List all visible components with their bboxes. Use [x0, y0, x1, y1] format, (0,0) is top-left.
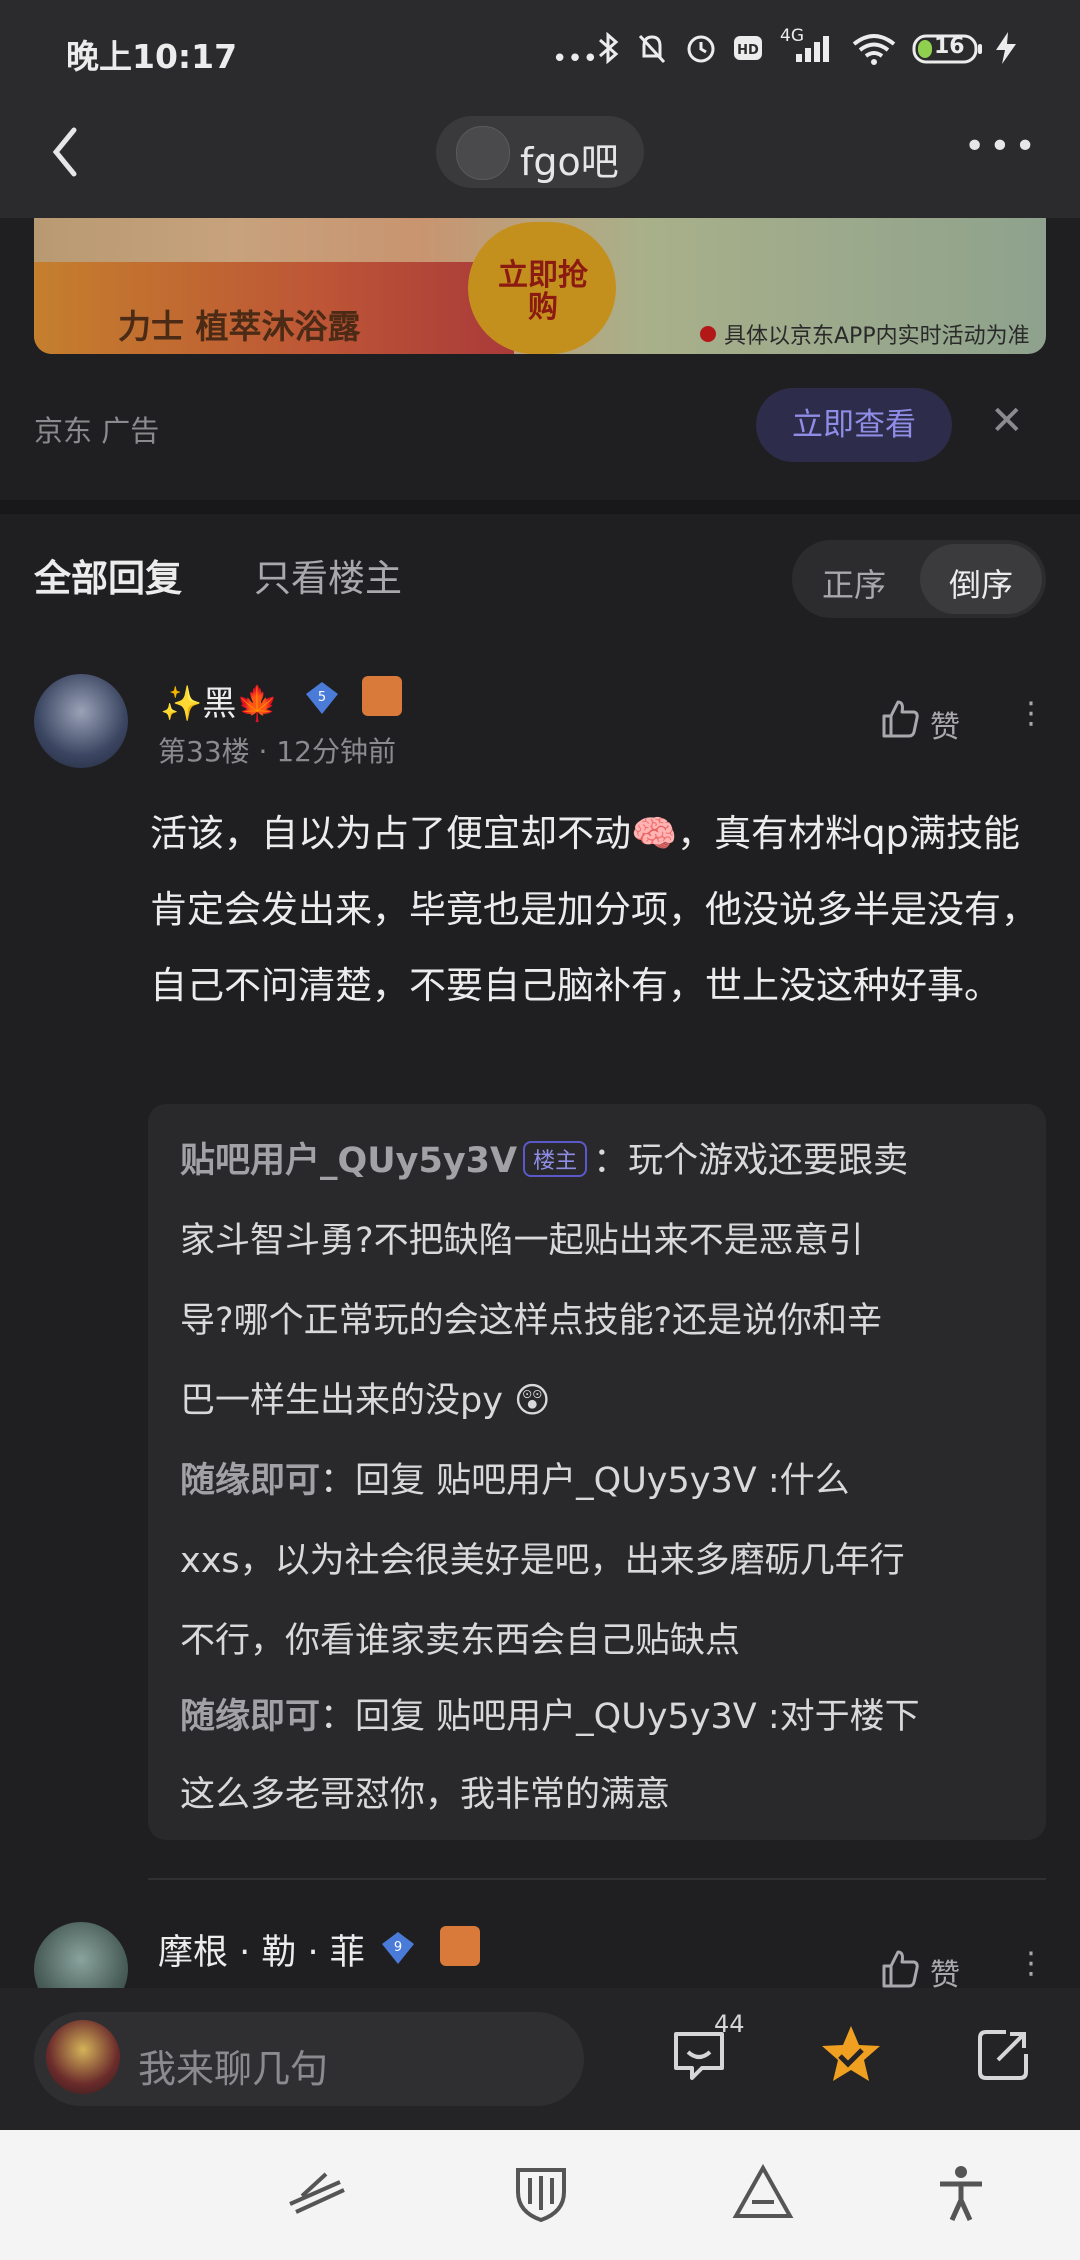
level-badge-icon: 9	[382, 1932, 414, 1964]
sort-asc-option[interactable]: 正序	[822, 560, 886, 606]
like-label[interactable]: 赞	[930, 702, 960, 746]
level-badge-icon: 5	[306, 682, 338, 714]
level-number: 9	[394, 1940, 402, 1955]
hd-icon: HD	[734, 36, 762, 60]
member-badge-icon	[362, 676, 402, 716]
sub-reply-line: 贴吧用户_QUy5y3V 楼主 ：玩个游戏还要跟卖	[180, 1132, 908, 1183]
ad-disclaimer: 具体以京东APP内实时活动为准	[724, 324, 1030, 349]
more-options-icon[interactable]: •••	[964, 126, 1040, 167]
nav-shield-icon[interactable]	[508, 2160, 574, 2226]
share-icon[interactable]	[972, 2024, 1034, 2086]
avatar[interactable]	[34, 674, 128, 768]
ad-close-icon[interactable]: ✕	[990, 398, 1024, 444]
ad-buy-label: 立即抢购	[498, 258, 588, 325]
sub-reply-text: 导?哪个正常玩的会这样点技能?还是说你和辛	[180, 1301, 883, 1341]
section-divider	[0, 500, 1080, 514]
mute-bell-icon	[638, 34, 666, 64]
wifi-icon	[852, 34, 896, 65]
sub-reply-text: ：回复 贴吧用户_QUy5y3V :什么	[320, 1461, 850, 1501]
sub-reply-text: 家斗智斗勇?不把缺陷一起贴出来不是恶意引	[180, 1221, 864, 1261]
nav-accessibility-icon[interactable]	[928, 2160, 994, 2226]
sub-reply-author[interactable]: 贴吧用户_QUy5y3V	[180, 1141, 517, 1181]
reply-placeholder[interactable]: 我来聊几句	[138, 2038, 328, 2093]
op-tag: 楼主	[523, 1141, 588, 1177]
forum-name: fgo吧	[520, 140, 619, 184]
forum-logo-icon	[456, 126, 510, 180]
post-username[interactable]: ✨黑🍁	[160, 676, 279, 725]
nav-triangle-icon[interactable]	[730, 2160, 796, 2226]
charging-icon	[996, 32, 1016, 64]
status-time: 晚上10:17	[66, 37, 238, 76]
sub-reply-author[interactable]: 随缘即可	[180, 1697, 320, 1737]
more-dots-icon: •••	[552, 44, 599, 74]
alarm-icon	[687, 35, 715, 63]
ad-dot-icon	[700, 326, 716, 342]
sub-reply-text: 不行，你看谁家卖东西会自己贴缺点	[180, 1621, 741, 1661]
post-menu-icon[interactable]: ⋮	[1016, 1946, 1046, 1981]
ad-source-label: 京东 广告	[34, 414, 160, 448]
sub-reply-text: ：回复 贴吧用户_QUy5y3V :对于楼下	[320, 1697, 920, 1737]
sub-reply-text: 巴一样生出来的没py 😲	[180, 1381, 551, 1421]
post-username[interactable]: 摩根 · 勒 · 菲	[158, 1924, 365, 1975]
sub-reply-text: 这么多老哥怼你，我非常的满意	[180, 1775, 671, 1815]
post-divider	[148, 1878, 1046, 1880]
post-meta: 第33楼 · 12分钟前	[158, 735, 396, 768]
sub-reply-line: 随缘即可：回复 贴吧用户_QUy5y3V :对于楼下	[180, 1688, 920, 1739]
sub-reply-line: 随缘即可：回复 贴吧用户_QUy5y3V :什么	[180, 1452, 850, 1503]
level-number: 5	[318, 690, 326, 705]
ad-product-text: 力士 植萃沐浴露	[118, 307, 361, 346]
sub-reply-text: ：玩个游戏还要跟卖	[593, 1141, 909, 1181]
my-avatar	[46, 2020, 120, 2094]
svg-text:HD: HD	[737, 43, 759, 58]
ad-view-button[interactable]: 立即查看	[756, 388, 952, 462]
signal-icon	[796, 36, 829, 62]
like-thumb-icon[interactable]	[878, 696, 922, 740]
battery-level: 16	[934, 34, 965, 59]
nav-slash-icon[interactable]	[282, 2160, 348, 2226]
tab-all-replies[interactable]: 全部回复	[34, 548, 182, 602]
bluetooth-icon	[599, 31, 619, 65]
sort-desc-option[interactable]: 倒序	[949, 560, 1013, 606]
post-menu-icon[interactable]: ⋮	[1016, 696, 1046, 731]
sub-reply-author[interactable]: 随缘即可	[180, 1461, 320, 1501]
back-arrow-icon[interactable]	[46, 122, 86, 182]
member-badge-icon	[440, 1926, 480, 1966]
sub-reply-text: xxs，以为社会很美好是吧，出来多磨砺几年行	[180, 1541, 905, 1581]
post-content: 活该，自以为占了便宜却不动🧠，真有材料qp满技能肯定会发出来，毕竟也是加分项，他…	[150, 812, 1038, 1007]
tab-op-only[interactable]: 只看楼主	[254, 548, 402, 602]
comment-count: 44	[714, 2010, 745, 2038]
like-thumb-icon[interactable]	[878, 1946, 922, 1990]
favorite-star-icon[interactable]	[818, 2022, 884, 2088]
